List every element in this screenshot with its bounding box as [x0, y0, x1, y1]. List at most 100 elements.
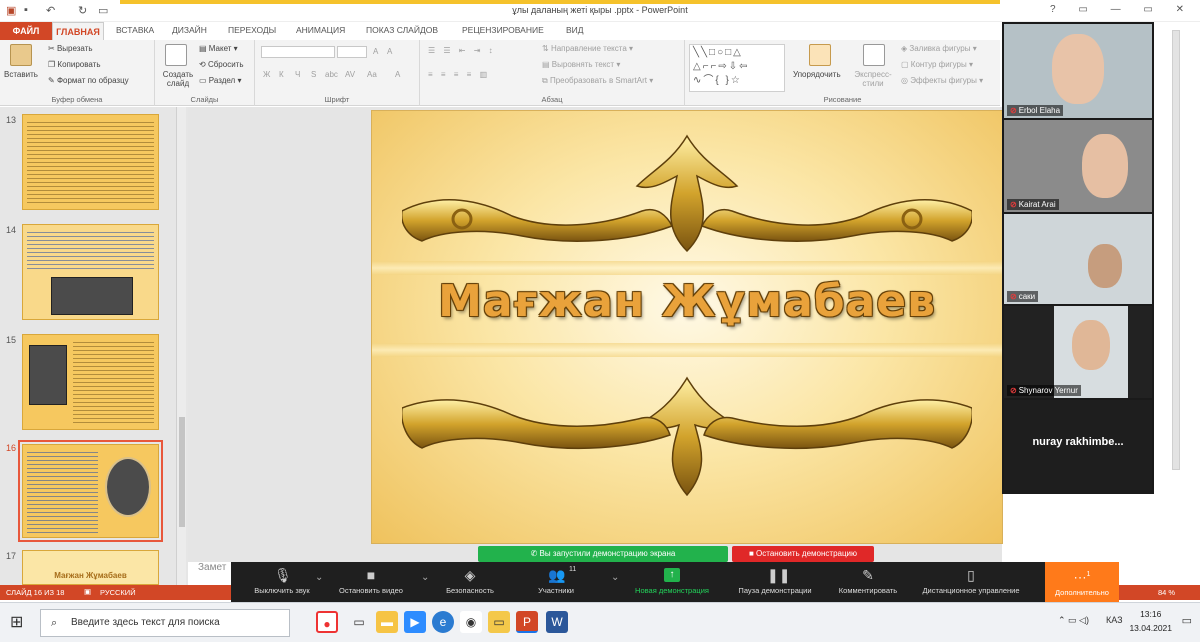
text-direction-button[interactable]: ⇅ Направление текста ▾	[542, 44, 633, 53]
security-button[interactable]: ◈ Безопасность	[437, 562, 503, 602]
font-color-button[interactable]: A	[395, 70, 400, 79]
taskbar-clock[interactable]: 13:16 13.04.2021	[1129, 607, 1172, 635]
paste-button[interactable]: Вставить	[4, 70, 38, 79]
zoom-level[interactable]: 84 %	[1158, 588, 1175, 597]
strikethrough-button[interactable]: S	[311, 70, 316, 79]
current-slide[interactable]: Мағжан Жұмабаев	[371, 110, 1003, 544]
participant-tile[interactable]: ⊘ cаки	[1004, 214, 1152, 304]
list-buttons[interactable]: ☰ ☰ ⇤ ⇥ ↕	[428, 46, 496, 55]
muted-mic-icon: ⊘	[1010, 292, 1017, 301]
participants-button[interactable]: 👥 Участники 11	[521, 562, 591, 602]
mute-button[interactable]: 🎙 Выключить звук	[251, 562, 313, 602]
system-tray-icons[interactable]: ⌃ ▭ ◁)	[1058, 615, 1089, 626]
arrange-icon[interactable]	[809, 44, 831, 66]
format-painter-button[interactable]: ✎ Формат по образцу	[48, 76, 129, 85]
windows-start-icon[interactable]: ⊞	[10, 612, 23, 632]
participant-tile[interactable]: ⊘ Erbol Elaha	[1004, 24, 1152, 118]
drawing-group-label: Рисование	[823, 95, 862, 104]
arrange-button[interactable]: Упорядочить	[793, 70, 841, 79]
chrome-icon[interactable]: ◉	[460, 611, 482, 633]
scrollbar-thumb[interactable]	[179, 417, 185, 527]
tab-file[interactable]: ФАЙЛ	[0, 22, 52, 40]
notifications-icon[interactable]: ▭	[1182, 614, 1192, 627]
cut-button[interactable]: ✂ Вырезать	[48, 44, 93, 53]
slide-thumbnail[interactable]	[22, 114, 159, 210]
underline-button[interactable]: Ч	[295, 70, 300, 79]
input-language[interactable]: КАЗ	[1106, 615, 1123, 625]
word-taskbar-icon[interactable]: W	[546, 611, 568, 633]
outline-icon: ▢	[901, 60, 911, 69]
new-slide-icon[interactable]	[165, 44, 187, 66]
participant-tile[interactable]: nuray rakhimbe...	[1004, 400, 1152, 490]
tab-review[interactable]: РЕЦЕНЗИРОВАНИЕ	[462, 25, 544, 35]
mute-options-chevron-icon[interactable]: ⌄	[315, 572, 323, 583]
file-explorer-icon[interactable]: ▬	[376, 611, 398, 633]
tab-insert[interactable]: ВСТАВКА	[116, 25, 154, 35]
spacing-button[interactable]: AV	[345, 70, 355, 79]
thumb-text	[27, 449, 98, 533]
new-slide-button[interactable]: Создать слайд	[159, 70, 197, 88]
shape-effects-button[interactable]: ◎ Эффекты фигуры ▾	[901, 76, 983, 85]
window-controls[interactable]: ? ▭ — ▭ ✕	[1050, 4, 1194, 15]
slide-thumbnail[interactable]	[22, 224, 159, 320]
tab-slideshow[interactable]: ПОКАЗ СЛАЙДОВ	[366, 25, 438, 35]
shape-outline-button[interactable]: ▢ Контур фигуры ▾	[901, 60, 973, 69]
stop-video-button[interactable]: ■ Остановить видео	[329, 562, 413, 602]
font-family-select[interactable]	[261, 46, 335, 58]
copy-button[interactable]: ❐ Копировать	[48, 60, 100, 69]
participants-chevron-icon[interactable]: ⌄	[611, 572, 619, 583]
powerpoint-taskbar-icon[interactable]: P	[516, 611, 538, 633]
slide-thumbnail[interactable]	[22, 334, 159, 430]
section-button[interactable]: ▭ Раздел ▾	[199, 76, 241, 85]
slide-title[interactable]: Мағжан Жұмабаев	[372, 276, 1002, 327]
mouse-icon: ▯	[967, 567, 975, 583]
shapes-gallery[interactable]: ╲╲□○□△ △⌐⌐⇨⇩⇦ ∿⌒{ }☆	[689, 44, 785, 92]
tab-animations[interactable]: АНИМАЦИЯ	[296, 25, 345, 35]
document-title: ұлы даланың жеті қыры .pptx - PowerPoint	[512, 5, 688, 15]
video-options-chevron-icon[interactable]: ⌄	[421, 572, 429, 583]
record-icon[interactable]: ●	[316, 611, 338, 633]
shape-fill-button[interactable]: ◈ Заливка фигуры ▾	[901, 44, 977, 53]
participant-tile[interactable]: ⊘ Kairat Arai	[1004, 120, 1152, 212]
layout-button[interactable]: ▤ Макет ▾	[199, 44, 238, 53]
slide-thumbnail-selected[interactable]	[18, 440, 163, 542]
language-indicator[interactable]: РУССКИЙ	[100, 588, 136, 597]
reset-button[interactable]: ⟲ Сбросить	[199, 60, 244, 69]
folder-icon[interactable]: ▭	[488, 611, 510, 633]
tab-design[interactable]: ДИЗАЙН	[172, 25, 207, 35]
scrollbar-track[interactable]	[1172, 30, 1180, 470]
align-buttons[interactable]: ≡ ≡ ≡ ≡ ▥	[428, 70, 490, 79]
tab-transitions[interactable]: ПЕРЕХОДЫ	[228, 25, 276, 35]
shrink-font-button[interactable]: A	[387, 47, 392, 56]
change-case-button[interactable]: Aa	[367, 70, 377, 79]
gallery-scrollbar[interactable]	[1154, 22, 1200, 494]
tab-home[interactable]: ГЛАВНАЯ	[52, 22, 104, 42]
quick-styles-icon[interactable]	[863, 44, 885, 66]
thumbnails-scrollbar[interactable]	[176, 107, 186, 585]
participant-tile[interactable]: ⊘ Shynarov Yernur	[1004, 306, 1152, 398]
new-share-button[interactable]: ↑ Новая демонстрация	[625, 562, 719, 602]
task-view-icon[interactable]: ▭	[348, 611, 370, 633]
tab-view[interactable]: ВИД	[566, 25, 584, 35]
grow-font-button[interactable]: A	[373, 47, 378, 56]
spellcheck-icon[interactable]: ▣	[84, 587, 91, 596]
smartart-icon: ⧉	[542, 76, 550, 85]
edge-browser-icon[interactable]: e	[432, 611, 454, 633]
pause-share-button[interactable]: ❚❚ Пауза демонстрации	[727, 562, 823, 602]
quick-styles-button[interactable]: Экспресс-стили	[849, 70, 897, 88]
align-text-button[interactable]: ▤ Выровнять текст ▾	[542, 60, 620, 69]
stop-share-button[interactable]: ■ Остановить демонстрацию	[732, 546, 874, 562]
zoom-app-icon[interactable]: ▶	[404, 611, 426, 633]
smartart-button[interactable]: ⧉ Преобразовать в SmartArt ▾	[542, 76, 653, 86]
abc-button[interactable]: abc	[325, 70, 338, 79]
effects-icon: ◎	[901, 76, 911, 85]
remote-control-button[interactable]: ▯ Дистанционное управление	[911, 562, 1031, 602]
paste-icon[interactable]	[10, 44, 32, 66]
more-button[interactable]: ···1 Дополнительно	[1045, 562, 1119, 602]
taskbar-search-input[interactable]: ⌕ Введите здесь текст для поиска	[40, 609, 290, 637]
slide-thumbnail[interactable]: Мағжан Жұмабаев	[22, 550, 159, 585]
italic-button[interactable]: К	[279, 70, 284, 79]
font-size-select[interactable]	[337, 46, 367, 58]
annotate-button[interactable]: ✎ Комментировать	[829, 562, 907, 602]
bold-button[interactable]: Ж	[263, 70, 270, 79]
